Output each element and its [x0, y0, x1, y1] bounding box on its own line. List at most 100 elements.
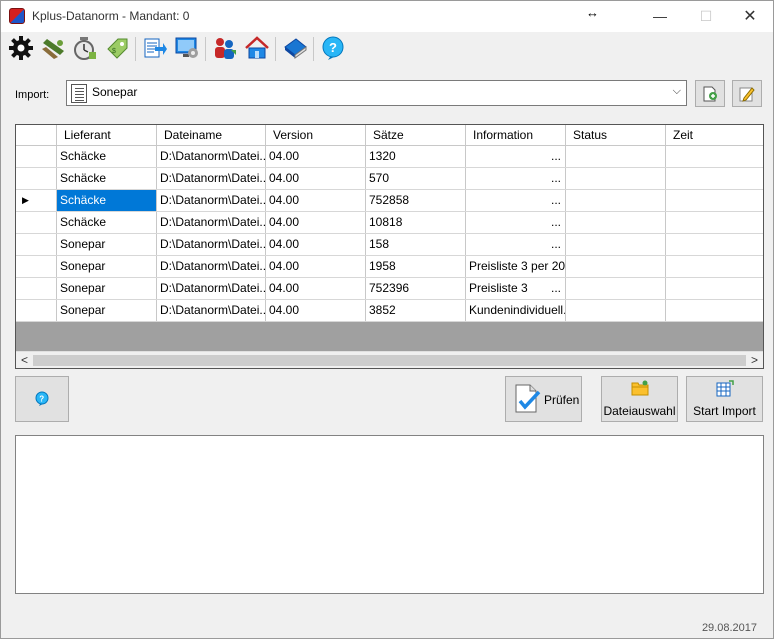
cell-saetze[interactable]: 752396 [366, 278, 466, 299]
row-header[interactable] [16, 234, 57, 255]
table-row[interactable]: Sonepar D:\Datanorm\Datei... 04.00 1958 … [16, 256, 763, 278]
cell-zeit[interactable] [666, 234, 763, 255]
cell-lieferant[interactable]: Sonepar [57, 256, 157, 277]
column-header-saetze[interactable]: Sätze [366, 125, 466, 145]
cell-version[interactable]: 04.00 [266, 256, 366, 277]
cell-information[interactable]: ... [466, 168, 566, 189]
scroll-left-icon[interactable]: < [21, 353, 28, 367]
cell-lieferant[interactable]: Schäcke [57, 146, 157, 167]
gear-icon[interactable] [7, 34, 35, 62]
cell-dateiname[interactable]: D:\Datanorm\Datei... [157, 146, 266, 167]
close-button[interactable]: ✕ [727, 1, 773, 32]
cell-version[interactable]: 04.00 [266, 278, 366, 299]
cell-saetze[interactable]: 3852 [366, 300, 466, 321]
cell-dateiname[interactable]: D:\Datanorm\Datei... [157, 190, 266, 211]
cell-lieferant-selected[interactable]: Schäcke [57, 190, 157, 211]
cell-status[interactable] [566, 146, 666, 167]
cell-dateiname[interactable]: D:\Datanorm\Datei... [157, 168, 266, 189]
cell-version[interactable]: 04.00 [266, 300, 366, 321]
cell-zeit[interactable] [666, 212, 763, 233]
cell-lieferant[interactable]: Sonepar [57, 278, 157, 299]
cell-information[interactable]: Kundenindividuell... [466, 300, 566, 321]
table-row-current[interactable]: ▶ Schäcke D:\Datanorm\Datei... 04.00 752… [16, 190, 763, 212]
table-row[interactable]: Schäcke D:\Datanorm\Datei... 04.00 10818… [16, 212, 763, 234]
row-header[interactable] [16, 212, 57, 233]
row-header[interactable] [16, 168, 57, 189]
cell-information[interactable]: Preisliste 3 per 20... [466, 256, 566, 277]
cell-version[interactable]: 04.00 [266, 234, 366, 255]
title-bar[interactable]: Kplus-Datanorm - Mandant: 0 ↔ — ☐ ✕ [1, 1, 773, 32]
cell-lieferant[interactable]: Sonepar [57, 300, 157, 321]
cell-information[interactable]: ... [466, 212, 566, 233]
cell-status[interactable] [566, 234, 666, 255]
cell-zeit[interactable] [666, 256, 763, 277]
import-select[interactable]: Sonepar ⌵ [66, 80, 687, 106]
help-button[interactable]: ? [15, 376, 69, 422]
cell-version[interactable]: 04.00 [266, 146, 366, 167]
sawing-icon[interactable] [39, 34, 67, 62]
table-row[interactable]: Schäcke D:\Datanorm\Datei... 04.00 1320 … [16, 146, 763, 168]
dateiauswahl-button[interactable]: Dateiauswahl [601, 376, 678, 422]
cell-information[interactable]: ... [466, 190, 566, 211]
horizontal-scrollbar[interactable]: < > [16, 351, 763, 368]
cell-dateiname[interactable]: D:\Datanorm\Datei... [157, 278, 266, 299]
cell-saetze[interactable]: 752858 [366, 190, 466, 211]
cell-zeit[interactable] [666, 146, 763, 167]
cell-lieferant[interactable]: Schäcke [57, 212, 157, 233]
table-row[interactable]: Sonepar D:\Datanorm\Datei... 04.00 158 .… [16, 234, 763, 256]
import-grid[interactable]: Lieferant Dateiname Version Sätze Inform… [15, 124, 764, 369]
column-header-dateiname[interactable]: Dateiname [157, 125, 266, 145]
scroll-right-icon[interactable]: > [751, 353, 758, 367]
cell-status[interactable] [566, 168, 666, 189]
cell-dateiname[interactable]: D:\Datanorm\Datei... [157, 212, 266, 233]
users-icon[interactable] [211, 34, 239, 62]
cell-status[interactable] [566, 278, 666, 299]
cell-lieferant[interactable]: Sonepar [57, 234, 157, 255]
scrollbar-thumb[interactable] [33, 355, 746, 366]
cell-dateiname[interactable]: D:\Datanorm\Datei... [157, 300, 266, 321]
stopwatch-icon[interactable] [71, 34, 99, 62]
cell-lieferant[interactable]: Schäcke [57, 168, 157, 189]
house-icon[interactable] [243, 34, 271, 62]
cell-saetze[interactable]: 158 [366, 234, 466, 255]
table-row[interactable]: Schäcke D:\Datanorm\Datei... 04.00 570 .… [16, 168, 763, 190]
cell-version[interactable]: 04.00 [266, 190, 366, 211]
column-header-lieferant[interactable]: Lieferant [57, 125, 157, 145]
cell-zeit[interactable] [666, 278, 763, 299]
add-import-button[interactable] [695, 80, 725, 107]
export-icon[interactable] [141, 34, 169, 62]
row-header[interactable] [16, 146, 57, 167]
start-import-button[interactable]: Start Import [686, 376, 763, 422]
current-row-marker-icon[interactable]: ▶ [16, 190, 57, 211]
price-tag-icon[interactable]: $ [103, 34, 131, 62]
cell-zeit[interactable] [666, 190, 763, 211]
row-header[interactable] [16, 278, 57, 299]
cell-status[interactable] [566, 300, 666, 321]
monitor-settings-icon[interactable] [173, 34, 201, 62]
book-icon[interactable] [281, 34, 309, 62]
cell-version[interactable]: 04.00 [266, 212, 366, 233]
cell-status[interactable] [566, 256, 666, 277]
cell-zeit[interactable] [666, 300, 763, 321]
table-row[interactable]: Sonepar D:\Datanorm\Datei... 04.00 3852 … [16, 300, 763, 322]
cell-dateiname[interactable]: D:\Datanorm\Datei... [157, 256, 266, 277]
cell-saetze[interactable]: 1958 [366, 256, 466, 277]
table-row[interactable]: Sonepar D:\Datanorm\Datei... 04.00 75239… [16, 278, 763, 300]
cell-information[interactable]: Preisliste 3 ... [466, 278, 566, 299]
edit-import-button[interactable] [732, 80, 762, 107]
cell-information[interactable]: ... [466, 146, 566, 167]
maximize-button[interactable]: ☐ [683, 1, 729, 32]
help-icon[interactable]: ? [319, 34, 347, 62]
cell-dateiname[interactable]: D:\Datanorm\Datei... [157, 234, 266, 255]
column-header-zeit[interactable]: Zeit [666, 125, 763, 145]
cell-status[interactable] [566, 190, 666, 211]
cell-zeit[interactable] [666, 168, 763, 189]
cell-version[interactable]: 04.00 [266, 168, 366, 189]
minimize-button[interactable]: — [637, 1, 683, 32]
cell-information[interactable]: ... [466, 234, 566, 255]
column-header-status[interactable]: Status [566, 125, 666, 145]
column-header-version[interactable]: Version [266, 125, 366, 145]
cell-saetze[interactable]: 570 [366, 168, 466, 189]
row-header[interactable] [16, 256, 57, 277]
row-header[interactable] [16, 300, 57, 321]
